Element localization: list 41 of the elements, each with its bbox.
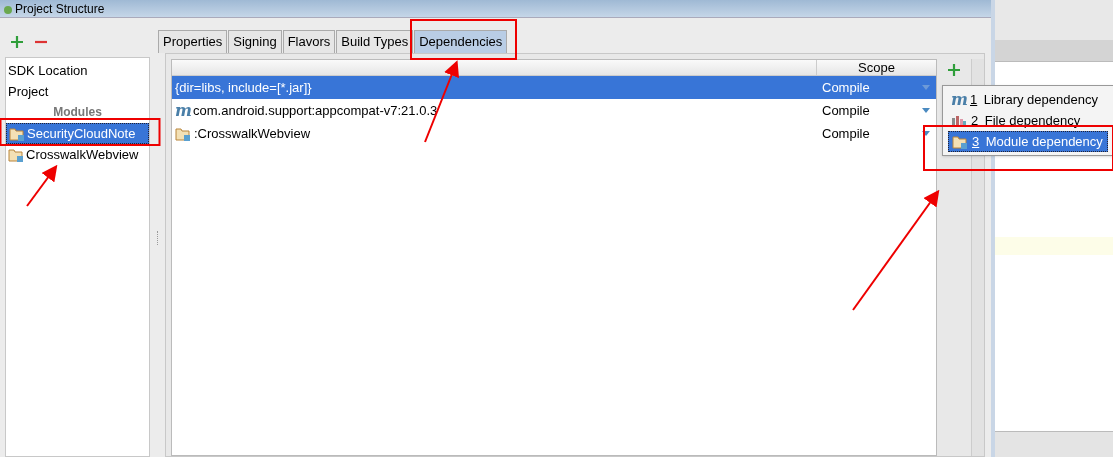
tab[interactable]: Properties	[158, 30, 228, 53]
menu-item[interactable]: 2 File dependency	[948, 110, 1108, 131]
dropdown-arrow-icon[interactable]	[922, 131, 930, 136]
scope-value: Compile	[822, 124, 870, 143]
file-library-icon	[951, 113, 967, 128]
menu-item[interactable]: 3 Module dependency	[948, 131, 1108, 152]
scope-value: Compile	[822, 78, 870, 97]
tab[interactable]: Signing	[228, 30, 282, 53]
menu-item-label: 1 Library dependency	[970, 90, 1098, 109]
dependency-name: com.android.support:appcompat-v7:21.0.3	[193, 101, 438, 120]
column-header: Scope	[857, 60, 896, 75]
dependency-name: :CrosswalkWebview	[194, 124, 311, 143]
table-row[interactable]: mcom.android.support:appcompat-v7:21.0.3 Compile	[172, 99, 936, 122]
module-folder-icon	[8, 147, 24, 162]
section-header: Modules	[52, 104, 103, 121]
tab[interactable]: Build Types	[336, 30, 414, 53]
module-folder-icon	[9, 126, 25, 141]
sidebar-item[interactable]: SDK Location	[6, 60, 149, 81]
library-icon: m	[175, 103, 190, 118]
table-row[interactable]: {dir=libs, include=[*.jar]} Compile	[172, 76, 936, 99]
menu-item-label: 3 Module dependency	[972, 132, 1103, 151]
add-icon[interactable]	[947, 63, 961, 77]
sidebar-item[interactable]: SecurityCloudNote	[6, 123, 149, 144]
app-icon	[3, 5, 13, 15]
menu-item-label: 2 File dependency	[971, 111, 1081, 130]
annotation-arrow	[26, 164, 58, 207]
scope-value: Compile	[822, 101, 870, 120]
dropdown-arrow-icon[interactable]	[922, 108, 930, 113]
sidebar-item[interactable]: Project	[6, 81, 149, 102]
library-icon: m	[951, 92, 966, 107]
splitter-handle[interactable]	[156, 230, 159, 245]
tab[interactable]: Flavors	[282, 30, 336, 53]
add-icon[interactable]	[10, 34, 24, 49]
table-row[interactable]: :CrosswalkWebview Compile	[172, 122, 936, 145]
module-folder-icon	[952, 134, 968, 149]
sidebar-item[interactable]: CrosswalkWebview	[6, 144, 149, 165]
tab[interactable]: Dependencies	[414, 30, 508, 53]
menu-item[interactable]: m 1 Library dependency	[948, 89, 1108, 110]
module-folder-icon	[175, 126, 191, 141]
dependency-name: {dir=libs, include=[*.jar]}	[175, 78, 312, 97]
window-title: Project Structure	[15, 2, 105, 17]
